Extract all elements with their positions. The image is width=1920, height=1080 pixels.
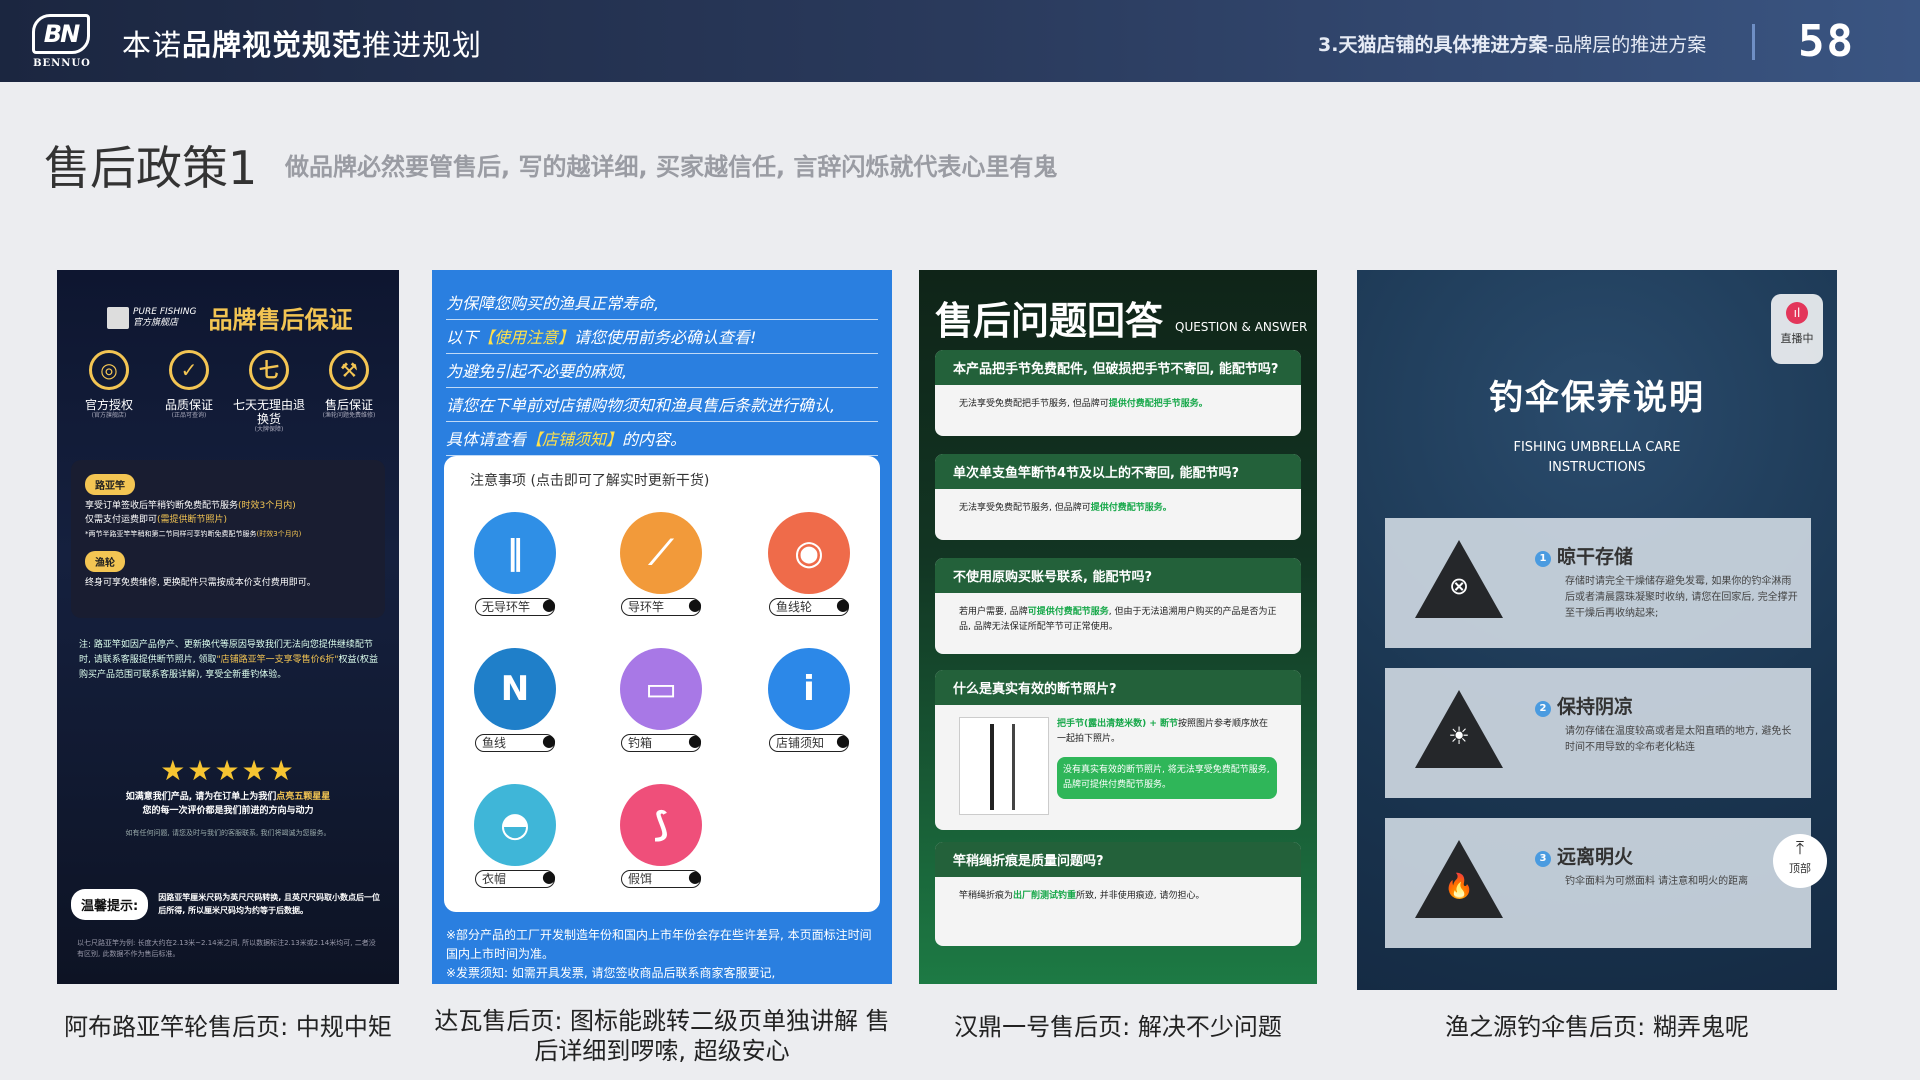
logo-text: BENNUO	[33, 58, 91, 69]
info-icon: i	[768, 648, 850, 730]
nav-item-tackle-box[interactable]: ▭ 钓箱	[606, 648, 716, 752]
logo-mark: BN	[32, 14, 90, 54]
nav-item-line[interactable]: N 鱼线	[460, 648, 570, 752]
arrow-up-icon: ⤒	[1796, 838, 1804, 859]
guarantee-icons: ◎ 官方授权 (官方旗舰店) ✓ 品质保证 (正品可查询) 七七天无理由退换货 (大牌保障…	[71, 350, 387, 434]
nav-item-reel[interactable]: ◉ 鱼线轮	[754, 512, 864, 616]
rod-icon: ‖	[474, 512, 556, 594]
live-icon: ıl	[1786, 302, 1808, 324]
back-to-top-button[interactable]: ⤒ 顶部	[1773, 834, 1827, 888]
caption-yuzhiyuan: 渔之源钓伞售后页: 糊弄鬼呢	[1445, 1013, 1749, 1041]
p1-footnote: 以七尺路亚竿为例: 长度大约在2.13米~2.14米之间, 所以数据标注2.13…	[77, 939, 376, 958]
section-subtitle: 做品牌必然要管售后, 写的越详细, 买家越信任, 言辞闪烁就代表心里有鬼	[285, 153, 1058, 181]
tag-reel: 渔轮	[85, 551, 125, 572]
guide-rod-icon: ⟋	[620, 512, 702, 594]
rating-subtext: 如有任何问题, 请您及时与我们的客服联系, 我们将竭诚为您服务。	[125, 829, 331, 837]
nav-item-lure[interactable]: ⟆ 假饵	[606, 784, 716, 888]
warm-tip: 温馨提示: 因路亚竿厘米尺码为英尺尺码转换, 且英尺尺码取小数点后一位后所得, …	[71, 882, 385, 926]
nav-item-rod-guide[interactable]: ⟋ 导环竿	[606, 512, 716, 616]
caption-daiwa: 达瓦售后页: 图标能跳转二级页单独讲解 售后详细到啰嗦, 超级安心	[434, 1007, 890, 1065]
badge-icon: ◎	[89, 350, 129, 390]
guarantee-item: 七七天无理由退换货 (大牌保障)	[231, 350, 307, 434]
guarantee-item: ⚒ 售后保证 (渔轮问题免费维修)	[311, 350, 387, 434]
caption-abu: 阿布路亚竿轮售后页: 中规中矩	[64, 1013, 392, 1041]
tag-rod: 路亚竿	[85, 474, 135, 495]
break-photo-sample	[959, 717, 1049, 815]
faq-item: 单次单支鱼竿断节4节及以上的不寄回, 能配节吗? 无法享受免费配节服务, 但品牌…	[935, 454, 1301, 540]
fire-icon: 🔥	[1444, 872, 1474, 900]
p4-title: 钓伞保养说明	[1489, 378, 1705, 418]
notice-card: 注意事项 (点击即可了解实时更新干货) ‖无导环竿 ⟋导环竿 ◉鱼线轮 N鱼线 …	[444, 456, 880, 912]
policy-box: 路亚竿 享受订单签收后竿稍钓断免费配节服务(时效3个月内) 仅需支付运费即可(需…	[71, 460, 385, 618]
abu-aftersale-screenshot: PURE FISHING 官方旗舰店 品牌售后保证 ◎ 官方授权 (官方旗舰店) ✓ 品…	[57, 270, 399, 984]
shop-name: PURE FISHING 官方旗舰店	[133, 306, 197, 328]
cap-icon: ◓	[474, 784, 556, 866]
live-badge[interactable]: ıl 直播中	[1771, 294, 1823, 364]
notice-lines: 为保障您购买的渔具正常寿命, 以下【使用注意】请您使用前务必确认查看! 为避免引…	[446, 286, 878, 456]
warm-tip-label: 温馨提示:	[71, 888, 149, 920]
sun-umbrella-icon: ☀	[1448, 722, 1470, 750]
care-card: 🔥 3 远离明火 钓伞面料为可燃面料 请注意和明火的距离	[1385, 818, 1811, 948]
header-bar: BN BENNUO 本诺品牌视觉规范推进规划 3.天猫店铺的具体推进方案-品牌层…	[0, 0, 1920, 82]
p1-header: PURE FISHING 官方旗舰店 品牌售后保证	[107, 300, 353, 335]
deck-title: 本诺品牌视觉规范推进规划	[122, 28, 483, 62]
notice-card-title: 注意事项 (点击即可了解实时更新干货)	[470, 473, 710, 489]
check-icon: ✓	[169, 350, 209, 390]
tackle-box-icon: ▭	[620, 648, 702, 730]
yuzhiyuan-umbrella-screenshot: ıl 直播中 钓伞保养说明 FISHING UMBRELLA CARE INSTR…	[1357, 270, 1837, 990]
policy-note: 注: 路亚竿如因产品停产、更新换代等原因导致我们无法向您提供继续配节时, 请联系…	[79, 640, 378, 680]
p2-footnote: ※部分产品的工厂开发制造年份和国内上市年份会存在些许差异, 本页面标注时间国内上…	[446, 928, 872, 980]
lure-icon: ⟆	[620, 784, 702, 866]
reel-icon: ◉	[768, 512, 850, 594]
p3-qa-label: QUESTION & ANSWER	[1175, 320, 1308, 334]
p4-subtitle: FISHING UMBRELLA CARE INSTRUCTIONS	[1513, 440, 1681, 475]
seven-day-icon: 七	[249, 350, 289, 390]
care-card: ☀ 2 保持阴凉 请勿存储在温度较高或者是太阳直晒的地方, 避免长时间不用导致的伞…	[1385, 668, 1811, 798]
caption-handing: 汉鼎一号售后页: 解决不少问题	[954, 1013, 1282, 1041]
faq-item: 什么是真实有效的断节照片? 把手节(露出清楚米数) + 断节按照图片参考顺序放在…	[935, 670, 1301, 830]
warm-tip-text: 因路亚竿厘米尺码为英尺尺码转换, 且英尺尺码取小数点后一位后所得, 所以厘米尺码…	[158, 893, 381, 915]
faq-item: 本产品把手节免费配件, 但破损把手节不寄回, 能配节吗? 无法享受免费配把手节服…	[935, 350, 1301, 436]
faq-item: 不使用原购买账号联系, 能配节吗? 若用户需要, 品牌可提供付费配节服务, 但由…	[935, 558, 1301, 654]
p1-brand-title: 品牌售后保证	[208, 306, 353, 334]
guarantee-item: ✓ 品质保证 (正品可查询)	[151, 350, 227, 434]
faq-item: 竿稍绳折痕是质量问题吗? 竿稍绳折痕为出厂削测试钓重所致, 并非使用痕迹, 请勿…	[935, 842, 1301, 946]
no-moisture-icon: ⊗	[1448, 572, 1470, 600]
header-divider	[1752, 24, 1755, 60]
handing-aftersale-screenshot: 售后问题回答 QUESTION & ANSWER 本产品把手节免费配件, 但破损…	[919, 270, 1317, 984]
daiwa-aftersale-screenshot: 为保障您购买的渔具正常寿命, 以下【使用注意】请您使用前务必确认查看! 为避免引…	[432, 270, 892, 984]
section-title: 售后政策1	[44, 141, 258, 195]
brand-logo[interactable]: BN BENNUO	[26, 12, 98, 72]
nav-item-store-notice[interactable]: i 店铺须知	[754, 648, 864, 752]
p3-title: 售后问题回答	[935, 299, 1164, 343]
wrench-icon: ⚒	[329, 350, 369, 390]
chapter-subtitle: 3.天猫店铺的具体推进方案-品牌层的推进方案	[1318, 34, 1707, 56]
shop-icon	[107, 306, 129, 329]
nav-item-rod-no-guide[interactable]: ‖ 无导环竿	[460, 512, 570, 616]
guarantee-item: ◎ 官方授权 (官方旗舰店)	[71, 350, 147, 434]
nav-item-apparel[interactable]: ◓ 衣帽	[460, 784, 570, 888]
rating-stars: ★★★★★	[160, 754, 296, 787]
page-number: 58	[1798, 16, 1855, 67]
fishing-line-icon: N	[474, 648, 556, 730]
care-card: ⊗ 1 晾干存储 存储时请完全干燥储存避免发霉, 如果你的钓伞淋雨后或者清晨露珠凝…	[1385, 518, 1811, 648]
rating-text: 如满意我们产品, 请为在订单上为我们点亮五颗星星 您的每一次评价都是我们前进的方向…	[125, 792, 331, 816]
